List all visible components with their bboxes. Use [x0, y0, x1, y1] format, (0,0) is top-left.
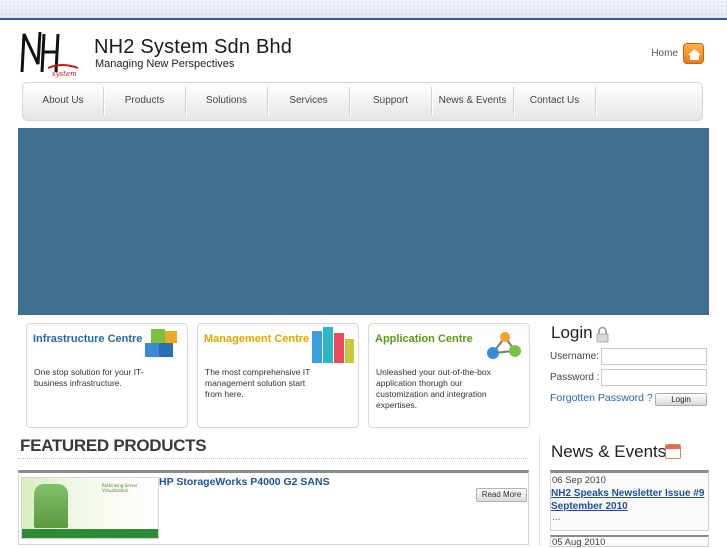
forgot-password-link[interactable]: Forgotten Password ?: [550, 392, 653, 404]
centre-description: The most comprehensive IT management sol…: [205, 367, 311, 399]
nav-services[interactable]: Services: [268, 83, 349, 120]
featured-products-heading: FEATURED PRODUCTS: [20, 436, 207, 455]
site-header: system NH2 System Sdn Bhd Managing New P…: [0, 20, 727, 82]
centre-title: Infrastructure Centre: [33, 333, 143, 345]
nav-about-us[interactable]: About Us: [23, 83, 103, 120]
calendar-icon: [665, 444, 681, 459]
username-label: Username:: [550, 351, 599, 362]
hero-banner: [18, 128, 709, 315]
network-nodes-icon: [487, 332, 521, 359]
home-link[interactable]: Home: [651, 48, 678, 59]
thumbnail-figure: [34, 484, 68, 528]
infrastructure-centre-card[interactable]: Infrastructure Centre One stop solution …: [26, 323, 188, 428]
product-title-link[interactable]: HP StorageWorks P4000 G2 SANS: [159, 476, 330, 488]
news-events-heading: News & Events: [551, 442, 667, 461]
news-title-link[interactable]: NH2 Speaks Newsletter Issue #9 September…: [551, 487, 709, 513]
news-date: 05 Aug 2010: [552, 537, 606, 548]
featured-divider: [18, 458, 528, 459]
nav-support[interactable]: Support: [350, 83, 431, 120]
bar-blocks-icon: [312, 327, 354, 363]
read-more-button[interactable]: Read More: [476, 488, 527, 502]
product-thumbnail[interactable]: Rethinking Server Virtualization: [21, 477, 159, 539]
news-date: 06 Sep 2010: [552, 475, 606, 486]
site-tagline: Managing New Perspectives: [95, 58, 235, 70]
username-input[interactable]: [601, 348, 707, 365]
thumbnail-strip: [22, 529, 158, 538]
column-divider: [539, 436, 540, 545]
nav-products[interactable]: Products: [104, 83, 185, 120]
cubes-icon: [145, 329, 177, 357]
news-excerpt: ...: [552, 513, 561, 523]
login-title: Login: [551, 323, 593, 342]
password-input[interactable]: [601, 369, 707, 386]
centre-title: Management Centre: [204, 333, 310, 345]
password-label: Password :: [550, 372, 600, 383]
login-button[interactable]: Login: [655, 393, 707, 406]
top-bar: [0, 0, 727, 20]
nav-divider: [595, 87, 596, 116]
management-centre-card[interactable]: Management Centre The most comprehensive…: [197, 323, 359, 428]
home-icon[interactable]: [683, 43, 704, 64]
site-title: NH2 System Sdn Bhd: [94, 36, 293, 58]
centre-description: One stop solution for your IT-business i…: [34, 367, 144, 388]
nav-solutions[interactable]: Solutions: [186, 83, 267, 120]
main-nav: About Us Products Solutions Services Sup…: [22, 82, 703, 121]
logo-subtext: system: [52, 70, 77, 78]
top-bar-pattern: [0, 0, 727, 18]
centre-description: Unleashed your out-of-the-box applicatio…: [376, 367, 491, 410]
thumbnail-caption: Rethinking Server Virtualization: [102, 483, 138, 493]
lock-icon: [596, 326, 609, 343]
company-logo[interactable]: system: [18, 28, 84, 78]
nav-news-events[interactable]: News & Events: [432, 83, 513, 120]
nav-contact-us[interactable]: Contact Us: [514, 83, 595, 120]
application-centre-card[interactable]: Application Centre Unleashed your out-of…: [368, 323, 530, 428]
centre-title: Application Centre: [375, 333, 473, 345]
